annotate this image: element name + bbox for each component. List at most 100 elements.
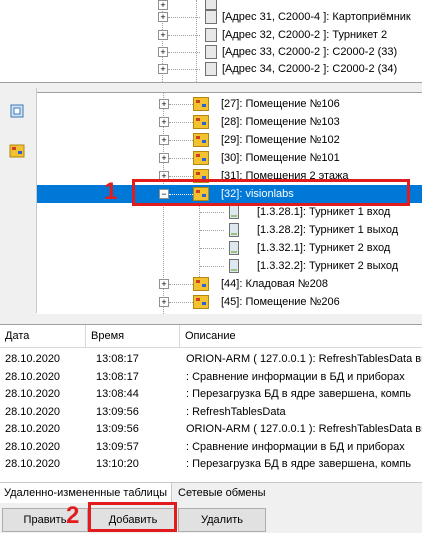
room-icon: [193, 115, 209, 129]
step-1-highlight: [132, 179, 410, 206]
tree-connector: [168, 17, 200, 18]
log-cell-time: 13:09:56: [96, 405, 139, 418]
tree-connector: [169, 176, 193, 177]
tree-row-room[interactable]: + [27]: Помещение №106: [37, 95, 422, 113]
device-icon: [205, 45, 217, 59]
device-icon: [205, 10, 217, 24]
tree-connector: [169, 104, 193, 105]
tree-row[interactable]: + [Адрес 31, С2000-4 ]: Картоприёмник: [0, 8, 422, 26]
expand-icon[interactable]: +: [159, 297, 169, 307]
tree-connector: [169, 284, 193, 285]
tab-changed-tables[interactable]: Удаленно-измененные таблицы: [0, 483, 172, 503]
tree-item-label: [27]: Помещение №106: [221, 98, 340, 110]
tree-item-label: [Адрес 31, С2000-4 ]: Картоприёмник: [222, 11, 411, 23]
log-cell-description: : Перезагрузка БД в ядре завершена, комп…: [186, 458, 412, 470]
log-cell-description: ORION-ARM ( 127.0.0.1 ): RefreshTablesDa…: [186, 423, 422, 435]
delete-button[interactable]: Удалить: [178, 508, 266, 532]
expand-icon[interactable]: +: [159, 153, 169, 163]
log-row[interactable]: 28.10.2020 13:09:56 : RefreshTablesData: [0, 404, 422, 421]
log-cell-time: 13:08:17: [96, 370, 139, 383]
column-header-description[interactable]: Описание: [180, 325, 422, 347]
tab-network-exchange[interactable]: Сетевые обмены: [174, 483, 274, 503]
log-cell-date: 28.10.2020: [5, 423, 61, 435]
step-2-badge: 2: [66, 502, 80, 529]
tree-item-label: [29]: Помещение №102: [221, 134, 340, 146]
log-cell-description: : Перезагрузка БД в ядре завершена, комп…: [186, 388, 412, 400]
tree-item-label: [44]: Кладовая №208: [221, 278, 328, 290]
tree-connector: [169, 302, 193, 303]
tree-row-reader[interactable]: [1.3.32.1]: Турникет 2 вход: [37, 239, 422, 257]
reader-icon: [229, 241, 239, 255]
room-icon: [193, 133, 209, 147]
expand-icon[interactable]: +: [158, 12, 168, 22]
log-cell-date: 28.10.2020: [5, 458, 61, 470]
tree-row-room[interactable]: + [45]: Помещение №206: [37, 293, 422, 311]
tree-row-room[interactable]: + [28]: Помещение №103: [37, 113, 422, 131]
expand-icon[interactable]: +: [159, 99, 169, 109]
tree-connector: [168, 52, 200, 53]
expand-icon[interactable]: +: [159, 135, 169, 145]
expand-icon[interactable]: +: [158, 30, 168, 40]
tree-item-label: [45]: Помещение №206: [221, 296, 340, 308]
room-icon: [193, 151, 209, 165]
expand-icon[interactable]: +: [158, 47, 168, 57]
tree-connector: [169, 140, 193, 141]
room-icon: [193, 277, 209, 291]
log-row[interactable]: 28.10.2020 13:08:44 : Перезагрузка БД в яд…: [0, 386, 422, 403]
devices-view-icon[interactable]: [6, 100, 28, 122]
log-cell-date: 28.10.2020: [5, 370, 61, 383]
tree-item-label: [Адрес 33, С2000-2 ]: С2000-2 (33): [222, 46, 398, 58]
expand-icon[interactable]: +: [159, 279, 169, 289]
log-row[interactable]: 28.10.2020 13:10:20 : Перезагрузка БД в яд…: [0, 456, 422, 473]
expand-icon[interactable]: +: [158, 64, 168, 74]
log-cell-description: : Сравнение информации в БД и приборах: [186, 370, 405, 383]
tree-row[interactable]: + [Адрес 33, С2000-2 ]: С2000-2 (33): [0, 43, 422, 61]
tree-row-reader[interactable]: [1.3.32.2]: Турникет 2 выход: [37, 257, 422, 275]
log-row[interactable]: 28.10.2020 13:08:17 ORION-ARM ( 127.0.0.1 …: [0, 351, 422, 368]
log-cell-date: 28.10.2020: [5, 440, 61, 453]
log-row[interactable]: 28.10.2020 13:08:17 : Сравнение информации…: [0, 369, 422, 386]
log-cell-description: : Сравнение информации в БД и приборах: [186, 440, 405, 453]
tree-item-label: [30]: Помещение №101: [221, 152, 340, 164]
log-cell-time: 13:10:20: [96, 458, 139, 470]
reader-icon: [229, 223, 239, 237]
tree-row-room[interactable]: + [29]: Помещение №102: [37, 131, 422, 149]
tree-row-reader[interactable]: [1.3.28.2]: Турникет 1 выход: [37, 221, 422, 239]
step-2-highlight: [88, 502, 177, 532]
bottom-tabs: Удаленно-измененные таблицы Сетевые обме…: [0, 482, 422, 505]
log-cell-time: 13:09:56: [96, 423, 139, 435]
reader-icon: [229, 205, 239, 219]
expand-icon[interactable]: +: [159, 117, 169, 127]
action-buttons: Править Добавить Удалить: [0, 504, 422, 533]
reader-icon: [229, 259, 239, 273]
log-row[interactable]: 28.10.2020 13:09:57 : Сравнение информации…: [0, 439, 422, 456]
tree-row-room[interactable]: + [44]: Кладовая №208: [37, 275, 422, 293]
log-cell-time: 13:09:57: [96, 440, 139, 453]
device-icon: [205, 62, 217, 76]
room-icon: [193, 97, 209, 111]
rooms-view-icon[interactable]: [6, 140, 28, 162]
tree-connector: [168, 35, 200, 36]
column-header-time[interactable]: Время: [86, 325, 180, 347]
log-cell-description: : RefreshTablesData: [186, 405, 286, 418]
tree-connector: [169, 158, 193, 159]
log-cell-time: 13:08:44: [96, 388, 139, 400]
log-cell-description: ORION-ARM ( 127.0.0.1 ): RefreshTablesDa…: [186, 353, 422, 365]
tree-item-label: [Адрес 32, С2000-2 ]: Турникет 2: [222, 29, 388, 41]
log-row[interactable]: 28.10.2020 13:09:56 ORION-ARM ( 127.0.0.1 …: [0, 421, 422, 438]
log-cell-date: 28.10.2020: [5, 405, 61, 418]
log-cell-date: 28.10.2020: [5, 388, 61, 400]
tree-item-label: [28]: Помещение №103: [221, 116, 340, 128]
tree-row[interactable]: + [Адрес 32, С2000-2 ]: Турникет 2: [0, 26, 422, 44]
tree-connector: [200, 212, 224, 213]
column-header-date[interactable]: Дата: [0, 325, 86, 347]
room-icon: [193, 295, 209, 309]
device-icon: [205, 28, 217, 42]
log-cell-date: 28.10.2020: [5, 353, 61, 365]
device-tree-panel: + + [Адрес 31, С2000-4 ]: Картоприёмник …: [0, 0, 422, 83]
tree-row-room[interactable]: + [30]: Помещение №101: [37, 149, 422, 167]
tree-row[interactable]: + [Адрес 34, С2000-2 ]: С2000-2 (34): [0, 60, 422, 78]
log-cell-time: 13:08:17: [96, 353, 139, 365]
tree-item-label: [1.3.28.2]: Турникет 1 выход: [257, 224, 399, 236]
step-1-badge: 1: [104, 178, 118, 205]
